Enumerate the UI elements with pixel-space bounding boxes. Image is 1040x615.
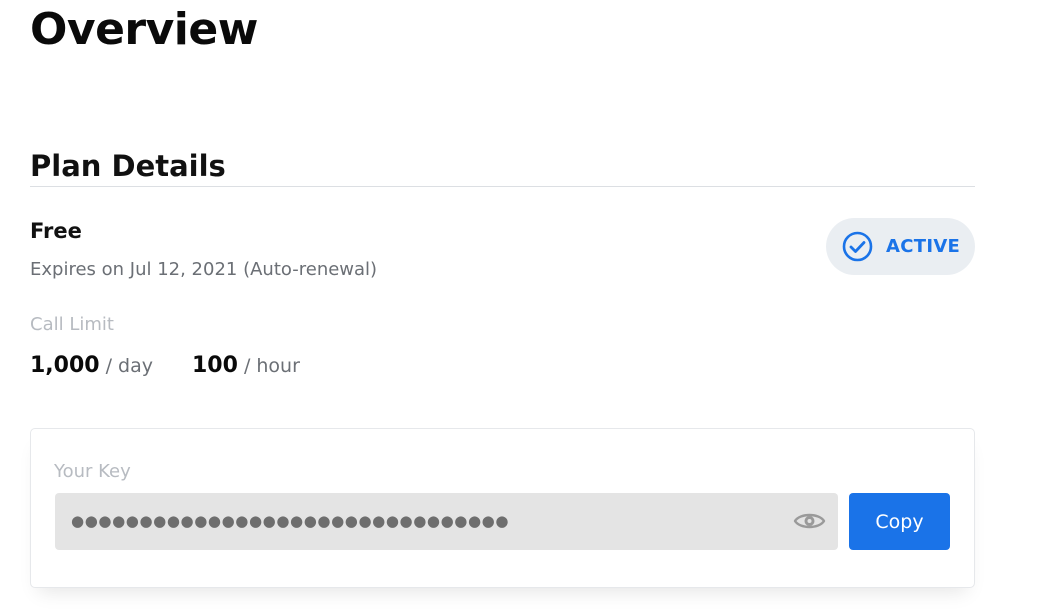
api-key-card: Your Key ●●●●●●●●●●●●●●●●●●●●●●●●●●●●●●●… — [30, 428, 975, 588]
plan-expiry-text: Expires on Jul 12, 2021 (Auto-renewal) — [30, 259, 378, 280]
key-label: Your Key — [54, 461, 131, 482]
api-key-field[interactable]: ●●●●●●●●●●●●●●●●●●●●●●●●●●●●●●●● — [55, 493, 838, 550]
copy-button[interactable]: Copy — [849, 493, 950, 550]
status-label: ACTIVE — [886, 236, 961, 257]
daily-limit-value: 1,000 — [30, 353, 100, 378]
overview-page: Overview Plan Details Free Expires on Ju… — [0, 0, 1040, 615]
api-key-masked-value: ●●●●●●●●●●●●●●●●●●●●●●●●●●●●●●●● — [71, 512, 510, 530]
hourly-limit-unit: / hour — [243, 355, 300, 377]
plan-details-title: Plan Details — [30, 149, 226, 183]
plan-name: Free — [30, 219, 82, 243]
hourly-limit-value: 100 — [192, 353, 238, 378]
daily-limit: 1,000 / day — [30, 351, 153, 381]
call-limit-label: Call Limit — [30, 314, 114, 335]
check-circle-icon — [842, 231, 873, 262]
status-badge: ACTIVE — [826, 218, 975, 275]
hourly-limit: 100 / hour — [192, 351, 300, 381]
section-divider — [30, 186, 975, 187]
eye-icon[interactable] — [793, 507, 826, 535]
page-title: Overview — [30, 4, 258, 55]
daily-limit-unit: / day — [105, 355, 153, 377]
